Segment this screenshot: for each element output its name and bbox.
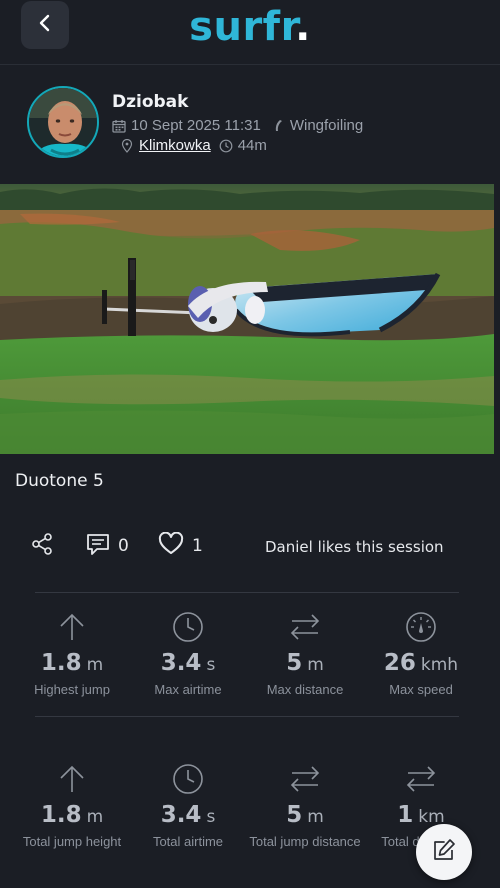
speedometer-icon — [362, 610, 480, 644]
avatar[interactable] — [27, 86, 99, 158]
stat-highest-jump: 1.8 m Highest jump — [13, 610, 131, 697]
calendar-icon — [112, 119, 126, 133]
stat-value: 5 — [286, 650, 303, 676]
swap-arrows-icon — [362, 762, 480, 796]
stat-unit: m — [307, 807, 324, 827]
stat-unit: kmh — [420, 655, 459, 675]
edit-icon — [431, 837, 457, 867]
app-logo: surfr. — [189, 4, 311, 50]
stat-value: 26 — [383, 650, 416, 676]
stat-max-speed: 26 kmh Max speed — [362, 610, 480, 697]
stat-total-jump-distance: 5m Total jump distance — [246, 762, 364, 849]
stat-value: 3.4 — [160, 802, 202, 828]
stat-unit: s — [206, 655, 216, 675]
clock-icon — [219, 139, 233, 153]
swap-arrows-icon — [246, 610, 364, 644]
header-divider — [0, 64, 500, 65]
stats-divider-top — [35, 592, 459, 593]
session-location-row: Klimkowka 44m — [120, 137, 267, 154]
comment-icon — [86, 532, 110, 560]
stat-total-jump-height: 1.8 m Total jump height — [13, 762, 131, 849]
stat-unit: m — [86, 655, 104, 675]
stat-unit: m — [86, 807, 104, 827]
stat-label: Total jump height — [22, 834, 122, 849]
stat-value: 1.8 — [40, 650, 82, 676]
session-actions: 0 1 Daniel likes this session — [0, 528, 500, 564]
stat-unit: s — [206, 807, 216, 827]
clock-icon — [129, 762, 247, 796]
stat-label: Total airtime — [152, 834, 224, 849]
heart-icon — [158, 531, 184, 560]
arrow-up-icon — [13, 762, 131, 796]
location-pin-icon — [120, 138, 134, 153]
spot-link[interactable]: Klimkowka — [139, 137, 211, 154]
wing-icon — [271, 119, 285, 133]
swap-arrows-icon — [246, 762, 364, 796]
stats-divider-middle — [35, 716, 459, 717]
likes-summary[interactable]: Daniel likes this session — [265, 538, 444, 556]
edit-session-button[interactable] — [416, 824, 472, 880]
stats-primary: 1.8 m Highest jump 3.4 s Max airtime 5m Ma… — [0, 610, 500, 710]
stat-label: Max distance — [266, 682, 344, 697]
comments-count: 0 — [118, 536, 129, 556]
comments-button[interactable]: 0 — [86, 532, 129, 560]
stat-max-airtime: 3.4 s Max airtime — [129, 610, 247, 697]
share-button[interactable] — [30, 532, 54, 560]
session-meta-row: 10 Sept 2025 11:31 Wingfoiling — [112, 117, 363, 134]
session-date: 10 Sept 2025 11:31 — [131, 117, 261, 134]
session-header: Dziobak 10 Sept 2025 11:31 Wingfoiling K… — [0, 80, 500, 170]
stat-value: 1.8 — [40, 802, 82, 828]
stat-label: Max airtime — [154, 682, 222, 697]
stat-value: 3.4 — [160, 650, 202, 676]
stat-total-airtime: 3.4 s Total airtime — [129, 762, 247, 849]
stat-unit: m — [307, 655, 324, 675]
user-name[interactable]: Dziobak — [112, 92, 188, 112]
sport-type: Wingfoiling — [289, 117, 364, 134]
stat-value: 1 — [397, 802, 414, 828]
clock-icon — [129, 610, 247, 644]
likes-count: 1 — [192, 536, 203, 556]
share-icon — [30, 532, 54, 560]
session-title: Duotone 5 — [15, 471, 104, 491]
arrow-up-icon — [13, 610, 131, 644]
stat-label: Max speed — [389, 682, 453, 697]
stat-max-distance: 5m Max distance — [246, 610, 364, 697]
session-photo[interactable] — [0, 184, 494, 454]
session-duration: 44m — [237, 137, 267, 154]
stat-value: 5 — [286, 802, 303, 828]
like-button[interactable]: 1 — [158, 531, 203, 560]
stat-label: Highest jump — [34, 682, 110, 697]
top-bar: surfr. — [0, 0, 500, 64]
stat-label: Total jump distance — [249, 834, 361, 849]
